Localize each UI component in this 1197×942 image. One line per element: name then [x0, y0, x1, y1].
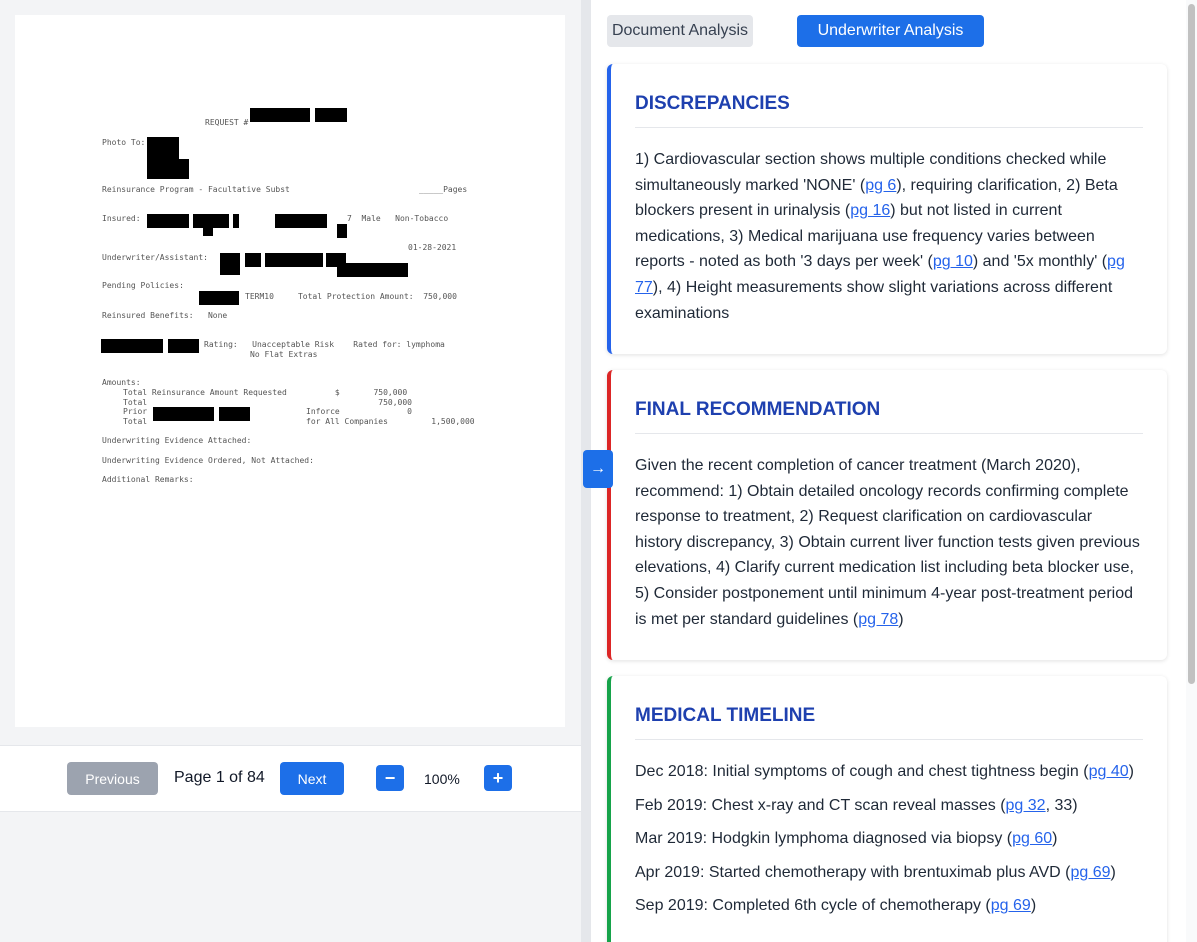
page-link[interactable]: pg 32 [1006, 797, 1046, 814]
zoom-level: 100% [424, 771, 460, 787]
timeline-item: Sep 2019: Completed 6th cycle of chemoth… [635, 897, 1037, 915]
redaction [147, 159, 189, 179]
arrow-right-icon[interactable]: → [583, 450, 613, 488]
medical-timeline-card: MEDICAL TIMELINE Dec 2018: Initial sympt… [607, 676, 1167, 942]
discrepancies-card: DISCREPANCIES 1) Cardiovascular section … [607, 64, 1167, 354]
page-link[interactable]: pg 16 [850, 202, 890, 219]
timeline-item: Apr 2019: Started chemotherapy with bren… [635, 863, 1116, 881]
redaction [233, 214, 239, 228]
redaction [337, 224, 347, 238]
final-recommendation-card: FINAL RECOMMENDATION Given the recent co… [607, 370, 1167, 660]
doc-request-line: REQUEST # [205, 118, 249, 127]
zoom-in-button[interactable]: + [484, 765, 512, 791]
redaction [193, 214, 229, 228]
doc-rating2: No Flat Extras [250, 350, 318, 359]
doc-benefits: Reinsured Benefits: None [102, 311, 228, 320]
next-button[interactable]: Next [280, 762, 344, 795]
redaction [265, 253, 323, 267]
doc-pages: _____Pages [419, 185, 468, 194]
redaction [147, 137, 179, 159]
page-link[interactable]: pg 40 [1089, 763, 1129, 780]
redaction [168, 339, 199, 353]
redaction [147, 214, 189, 228]
timeline-list: Dec 2018: Initial symptoms of cough and … [635, 759, 1143, 919]
redaction [275, 214, 327, 228]
previous-button[interactable]: Previous [67, 762, 158, 795]
redaction [245, 253, 261, 267]
tab-document-analysis[interactable]: Document Analysis [607, 15, 753, 47]
doc-photo-to: Photo To: [102, 138, 146, 147]
page-link[interactable]: pg 60 [1012, 830, 1052, 847]
doc-pending-label: Pending Policies: [102, 281, 184, 290]
pagination-bar: Previous Page 1 of 84 Next − 100% + [0, 745, 581, 812]
redaction [250, 108, 310, 122]
redaction [101, 339, 163, 353]
page-link[interactable]: pg 10 [933, 253, 973, 270]
doc-evidence-ordered: Underwriting Evidence Ordered, Not Attac… [102, 456, 314, 465]
doc-program: Reinsurance Program - Facultative Subst [102, 185, 290, 194]
doc-remarks: Additional Remarks: [102, 475, 194, 484]
scrollbar-thumb[interactable] [1188, 4, 1195, 684]
doc-insured-label: Insured: [102, 214, 141, 223]
doc-rating: Rating: Unacceptable Risk Rated for: lym… [204, 340, 445, 349]
page-indicator: Page 1 of 84 [174, 769, 265, 786]
doc-evidence-attached: Underwriting Evidence Attached: [102, 436, 252, 445]
pdf-page: REQUEST # Photo To: Reinsurance Program … [15, 15, 565, 727]
page-link[interactable]: pg 6 [865, 177, 896, 194]
doc-date: 01-28-2021 [408, 243, 457, 252]
doc-insured-tail: 7 Male Non-Tobacco [347, 214, 449, 223]
card-title: DISCREPANCIES [635, 64, 1143, 128]
document-viewer-panel: REQUEST # Photo To: Reinsurance Program … [0, 0, 581, 942]
doc-total-all: Total for All Companies 1,500,000 [123, 417, 475, 426]
zoom-out-button[interactable]: − [376, 765, 404, 791]
redaction [220, 253, 240, 275]
timeline-item: Dec 2018: Initial symptoms of cough and … [635, 763, 1134, 780]
page-link[interactable]: pg 69 [1070, 864, 1110, 881]
page-link[interactable]: pg 78 [858, 611, 898, 628]
card-title: MEDICAL TIMELINE [635, 676, 1143, 740]
redaction [203, 228, 213, 236]
redaction [199, 291, 239, 305]
card-title: FINAL RECOMMENDATION [635, 370, 1143, 434]
timeline-item: Feb 2019: Chest x-ray and CT scan reveal… [635, 796, 1078, 814]
discrepancies-text: 1) Cardiovascular section shows multiple… [635, 151, 1125, 322]
tab-underwriter-analysis[interactable]: Underwriter Analysis [797, 15, 984, 47]
redaction [315, 108, 347, 122]
page-link[interactable]: pg 69 [991, 897, 1031, 914]
recommendation-text: Given the recent completion of cancer tr… [635, 457, 1140, 628]
doc-amounts: Amounts: [102, 378, 141, 387]
timeline-item: Mar 2019: Hodgkin lymphoma diagnosed via… [635, 830, 1058, 848]
doc-underwriter-label: Underwriter/Assistant: [102, 253, 208, 262]
redaction [337, 263, 408, 277]
doc-total-requested: Total Reinsurance Amount Requested $ 750… [123, 388, 408, 397]
analysis-panel: Document Analysis Underwriter Analysis D… [591, 0, 1186, 942]
doc-pending-tail: TERM10 Total Protection Amount: 750,000 [245, 292, 457, 301]
